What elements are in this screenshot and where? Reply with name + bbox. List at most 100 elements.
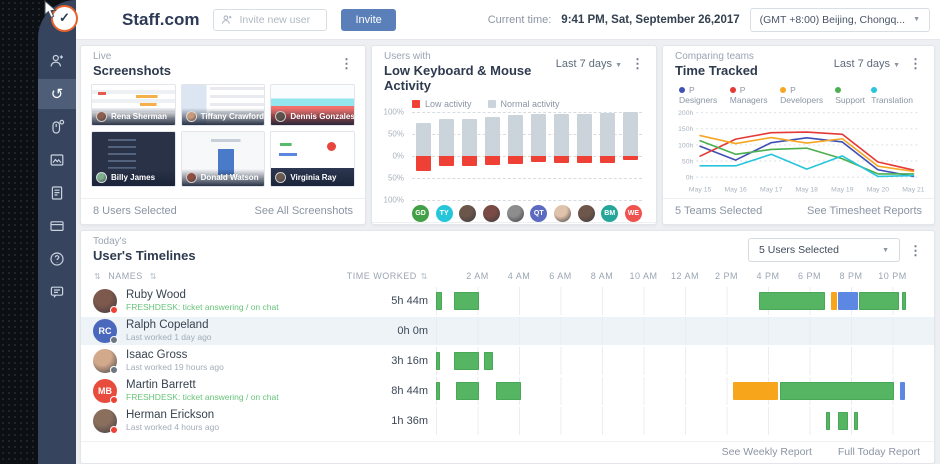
work-session-bar[interactable] <box>454 352 479 370</box>
work-session-bar[interactable] <box>436 292 442 310</box>
photo-icon <box>49 152 65 168</box>
timeline-row[interactable]: Isaac Gross Last worked 19 hours ago 3h … <box>81 347 934 375</box>
kebab-menu-icon[interactable]: ⋮ <box>909 244 922 257</box>
range-dropdown[interactable]: Last 7 days ▼ <box>834 58 900 70</box>
work-session-bar[interactable] <box>838 412 848 430</box>
user-avatar[interactable] <box>459 205 476 222</box>
sort-time-icon[interactable]: ⇅ <box>421 272 428 281</box>
avatar <box>93 349 117 373</box>
sidebar-item-payments[interactable] <box>38 211 76 241</box>
main-area: Staff.com Invite new user Invite Current… <box>76 0 940 464</box>
user-avatar[interactable] <box>578 205 595 222</box>
svg-text:100h: 100h <box>678 142 693 149</box>
column-settings-icon[interactable]: ⇅ <box>94 272 101 281</box>
screenshot-thumbnail[interactable]: Virginia Ray <box>270 131 355 187</box>
sidebar-item-invite-user[interactable] <box>38 46 76 76</box>
bar-group[interactable] <box>623 112 638 200</box>
work-session-bar[interactable] <box>436 382 440 400</box>
work-session-bar[interactable] <box>859 292 899 310</box>
bar-group[interactable] <box>439 112 454 200</box>
work-session-bar[interactable] <box>831 292 837 310</box>
timeline-track <box>436 317 934 345</box>
user-avatar[interactable] <box>507 205 524 222</box>
bar-group[interactable] <box>508 112 523 200</box>
timeline-row[interactable]: Ruby Wood FRESHDESK: ticket answering / … <box>81 287 934 315</box>
screenshot-thumbnail[interactable]: Donald Watson <box>181 131 266 187</box>
see-timesheet-reports-link[interactable]: See Timesheet Reports <box>807 205 922 217</box>
activity-legend: Low activityNormal activity <box>372 96 656 109</box>
screenshot-thumbnail[interactable]: Rena Sherman <box>91 84 176 126</box>
user-avatar[interactable]: WE <box>625 205 642 222</box>
status-dot <box>110 306 118 314</box>
timeline-row[interactable]: MB Martin Barrett FRESHDESK: ticket answ… <box>81 377 934 405</box>
bar-group[interactable] <box>485 112 500 200</box>
bar-group[interactable] <box>531 112 546 200</box>
work-session-bar[interactable] <box>759 292 826 310</box>
work-session-bar[interactable] <box>733 382 778 400</box>
status-dot <box>110 426 118 434</box>
work-session-bar[interactable] <box>454 292 479 310</box>
see-weekly-report-link[interactable]: See Weekly Report <box>722 446 812 458</box>
dashboard-content: Live Screenshots ⋮ Rena Sherman Tiffany … <box>76 40 940 464</box>
timeline-hours-header: 2 AM4 AM6 AM8 AM10 AM12 AM2 PM4 PM6 PM8 … <box>436 265 934 287</box>
screenshot-thumbnail[interactable]: Tiffany Crawford <box>181 84 266 126</box>
kebab-menu-icon[interactable]: ⋮ <box>631 57 644 70</box>
work-session-bar[interactable] <box>854 412 858 430</box>
sidebar-item-help[interactable] <box>38 244 76 274</box>
sidebar-item-screenshots[interactable] <box>38 145 76 175</box>
work-session-bar[interactable] <box>456 382 479 400</box>
y-axis-label: 100% <box>378 108 404 117</box>
kebab-menu-icon[interactable]: ⋮ <box>340 57 353 70</box>
bar-group[interactable] <box>577 112 592 200</box>
invite-input[interactable]: Invite new user <box>213 9 327 31</box>
sidebar-item-mouse-tracking[interactable] <box>38 112 76 142</box>
invite-button[interactable]: Invite <box>341 9 395 31</box>
time-worked-value: 1h 36m <box>310 415 428 427</box>
user-name: Herman Erickson <box>126 409 310 422</box>
user-avatar[interactable]: TY <box>436 205 453 222</box>
timeline-row[interactable]: RC Ralph Copeland Last worked 1 day ago … <box>81 317 934 345</box>
sidebar-item-feedback[interactable] <box>38 277 76 307</box>
timezone-dropdown[interactable]: (GMT +8:00) Beijing, Chongq... ▼ <box>750 8 930 32</box>
screenshot-thumbnail[interactable]: Billy James <box>91 131 176 187</box>
screenshot-thumbnail[interactable]: Dennis Gonzales <box>270 84 355 126</box>
work-session-bar[interactable] <box>496 382 520 400</box>
user-name: Ralph Copeland <box>126 319 310 332</box>
work-session-bar[interactable] <box>838 292 858 310</box>
user-avatar[interactable] <box>554 205 571 222</box>
work-session-bar[interactable] <box>900 382 905 400</box>
timeline-row[interactable]: Herman Erickson Last worked 4 hours ago … <box>81 407 934 435</box>
user-avatar[interactable]: QT <box>530 205 547 222</box>
work-session-bar[interactable] <box>902 292 906 310</box>
user-avatar[interactable]: BM <box>601 205 618 222</box>
y-axis-label: 50% <box>378 130 404 139</box>
work-session-bar[interactable] <box>826 412 830 430</box>
see-all-screenshots-link[interactable]: See All Screenshots <box>255 205 353 217</box>
work-session-bar[interactable] <box>436 352 440 370</box>
user-avatar[interactable] <box>483 205 500 222</box>
full-today-report-link[interactable]: Full Today Report <box>838 446 920 458</box>
users-selected-label[interactable]: 8 Users Selected <box>93 205 177 217</box>
user-avatar[interactable]: GD <box>412 205 429 222</box>
activity-title: Low Keyboard & Mouse Activity <box>384 63 556 93</box>
teams-selected-label[interactable]: 5 Teams Selected <box>675 205 762 217</box>
svg-text:May 20: May 20 <box>867 186 890 193</box>
timeline-rows: Ruby Wood FRESHDESK: ticket answering / … <box>81 287 934 441</box>
bar-group[interactable] <box>462 112 477 200</box>
legend-item: Low activity <box>412 99 472 109</box>
bar-group[interactable] <box>554 112 569 200</box>
work-session-bar[interactable] <box>484 352 493 370</box>
kebab-menu-icon[interactable]: ⋮ <box>909 57 922 70</box>
bar-group[interactable] <box>600 112 615 200</box>
svg-text:May 19: May 19 <box>831 186 854 193</box>
sidebar-item-reports[interactable] <box>38 178 76 208</box>
range-dropdown[interactable]: Last 7 days ▼ <box>556 58 622 70</box>
work-session-bar[interactable] <box>780 382 894 400</box>
svg-text:50h: 50h <box>682 158 694 165</box>
avatar <box>93 409 117 433</box>
users-selected-dropdown[interactable]: 5 Users Selected ▼ <box>748 238 900 262</box>
bar-group[interactable] <box>416 112 431 200</box>
legend-item: Translation <box>871 85 918 105</box>
sort-names-icon[interactable]: ⇅ <box>150 272 157 281</box>
sidebar-item-activity-history[interactable]: ↺ <box>38 79 76 109</box>
